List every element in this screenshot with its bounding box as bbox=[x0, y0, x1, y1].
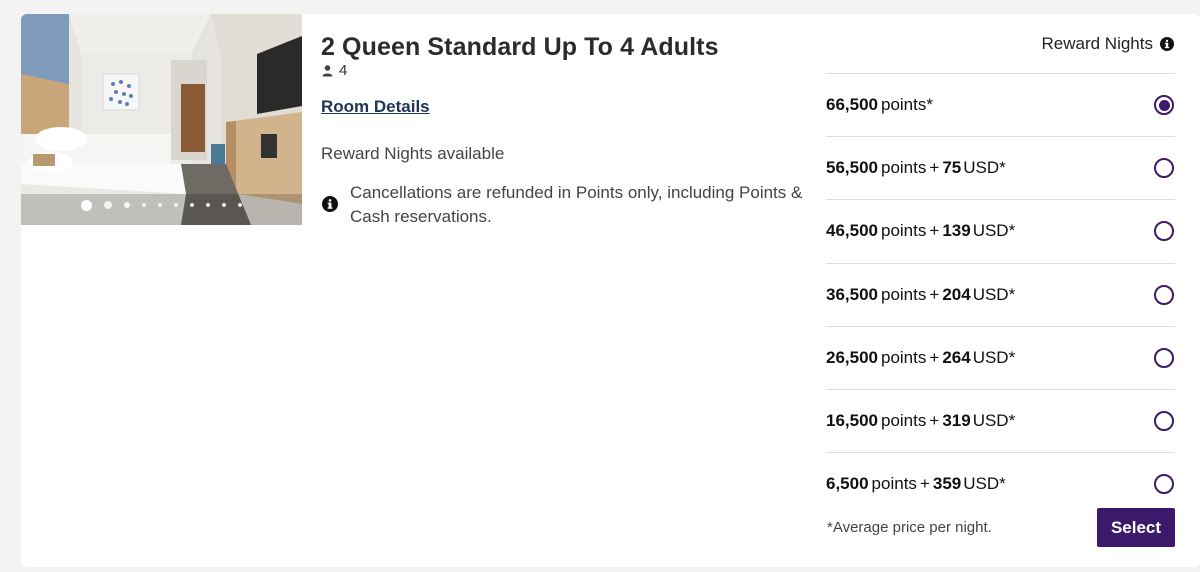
rate-option[interactable]: 16,500 points + 319 USD* bbox=[826, 388, 1175, 452]
gallery-dot[interactable] bbox=[238, 203, 242, 207]
rate-usd-suffix: USD* bbox=[972, 411, 1016, 431]
rate-points-word: points* bbox=[881, 95, 933, 115]
rate-type-header: Reward Nights bbox=[1041, 34, 1174, 54]
gallery-dot[interactable] bbox=[142, 203, 146, 207]
rate-points: 66,500 bbox=[826, 95, 878, 115]
rate-usd: 204 bbox=[942, 284, 971, 304]
rate-usd: 319 bbox=[942, 411, 971, 431]
rate-points-word: points bbox=[871, 474, 917, 494]
rate-points-word: points bbox=[881, 347, 927, 367]
gallery-dot[interactable] bbox=[190, 203, 194, 207]
rate-option[interactable]: 36,500 points + 204 USD* bbox=[826, 262, 1175, 326]
rate-plus: + bbox=[919, 474, 930, 494]
room-details-link[interactable]: Room Details bbox=[321, 97, 430, 117]
rate-radio[interactable] bbox=[1154, 284, 1174, 305]
rate-usd: 264 bbox=[942, 347, 971, 367]
rate-usd: 139 bbox=[942, 221, 971, 241]
rate-points-word: points bbox=[881, 221, 927, 241]
gallery-dot[interactable] bbox=[124, 202, 130, 208]
rate-points: 56,500 bbox=[826, 158, 878, 178]
rate-usd: 75 bbox=[942, 158, 962, 178]
rate-option[interactable]: 26,500 points + 264 USD* bbox=[826, 325, 1175, 389]
rate-plus: + bbox=[929, 221, 940, 241]
gallery-dot[interactable] bbox=[104, 201, 112, 209]
rate-radio[interactable] bbox=[1154, 158, 1174, 179]
rate-option[interactable]: 6,500 points + 359 USD* bbox=[826, 452, 1175, 515]
gallery-dot[interactable] bbox=[81, 199, 92, 211]
rate-option[interactable]: 46,500 points + 139 USD* bbox=[826, 199, 1175, 262]
rate-option-label: 26,500 points + 264 USD* bbox=[826, 348, 1015, 368]
rate-points: 26,500 bbox=[826, 347, 878, 367]
rate-usd-suffix: USD* bbox=[963, 474, 1006, 494]
rate-option[interactable]: 66,500 points* bbox=[826, 73, 1175, 136]
rate-option-label: 56,500 points + 75 USD* bbox=[826, 158, 1006, 178]
rate-option-label: 6,500 points + 359 USD* bbox=[826, 474, 1006, 494]
rate-radio[interactable] bbox=[1154, 411, 1174, 432]
room-photo[interactable] bbox=[21, 14, 302, 225]
rate-radio[interactable] bbox=[1154, 221, 1174, 242]
room-title: 2 Queen Standard Up To 4 Adults bbox=[321, 33, 719, 61]
rate-plus: + bbox=[929, 347, 940, 367]
rate-plus: + bbox=[929, 284, 940, 304]
person-icon bbox=[322, 64, 333, 76]
rate-points: 6,500 bbox=[826, 474, 869, 494]
rate-option[interactable]: 56,500 points + 75 USD* bbox=[826, 136, 1175, 199]
select-button[interactable]: Select bbox=[1097, 508, 1175, 547]
rate-usd-suffix: USD* bbox=[972, 347, 1016, 367]
rate-options: 66,500 points* 56,500 points + 75 USD* 4… bbox=[826, 73, 1175, 515]
gallery-dot[interactable] bbox=[174, 203, 178, 207]
rate-usd-suffix: USD* bbox=[972, 284, 1016, 304]
info-icon bbox=[322, 196, 338, 212]
rate-points: 16,500 bbox=[826, 411, 878, 431]
availability-text: Reward Nights available bbox=[321, 144, 505, 163]
gallery-dot[interactable] bbox=[158, 203, 162, 207]
rate-usd-suffix: USD* bbox=[963, 158, 1006, 178]
rate-points: 36,500 bbox=[826, 284, 878, 304]
gallery-dot[interactable] bbox=[222, 203, 226, 207]
gallery-dots bbox=[21, 199, 302, 211]
price-footnote: *Average price per night. bbox=[827, 519, 992, 536]
rate-usd: 359 bbox=[932, 474, 962, 494]
rate-points: 46,500 bbox=[826, 221, 878, 241]
room-photo-image bbox=[21, 14, 302, 225]
gallery-dot[interactable] bbox=[206, 203, 210, 207]
rate-usd-suffix: USD* bbox=[972, 221, 1016, 241]
rate-radio[interactable] bbox=[1154, 95, 1174, 116]
rate-radio[interactable] bbox=[1154, 474, 1174, 495]
guest-count: 4 bbox=[322, 62, 347, 79]
rate-option-label: 36,500 points + 204 USD* bbox=[826, 285, 1015, 305]
rate-radio[interactable] bbox=[1154, 347, 1174, 368]
rate-type-label: Reward Nights bbox=[1041, 34, 1154, 53]
guest-count-value: 4 bbox=[339, 62, 348, 79]
rate-points-word: points bbox=[881, 158, 927, 178]
rate-option-label: 46,500 points + 139 USD* bbox=[826, 221, 1015, 241]
cancellation-text: Cancellations are refunded in Points onl… bbox=[350, 183, 803, 226]
rate-plus: + bbox=[929, 411, 940, 431]
rate-points-word: points bbox=[881, 411, 927, 431]
rate-points-word: points bbox=[881, 284, 927, 304]
rate-option-label: 16,500 points + 319 USD* bbox=[826, 411, 1015, 431]
cancellation-note: Cancellations are refunded in Points onl… bbox=[322, 181, 812, 229]
rate-plus: + bbox=[929, 158, 940, 178]
info-icon[interactable] bbox=[1160, 37, 1174, 51]
rate-option-label: 66,500 points* bbox=[826, 95, 936, 115]
